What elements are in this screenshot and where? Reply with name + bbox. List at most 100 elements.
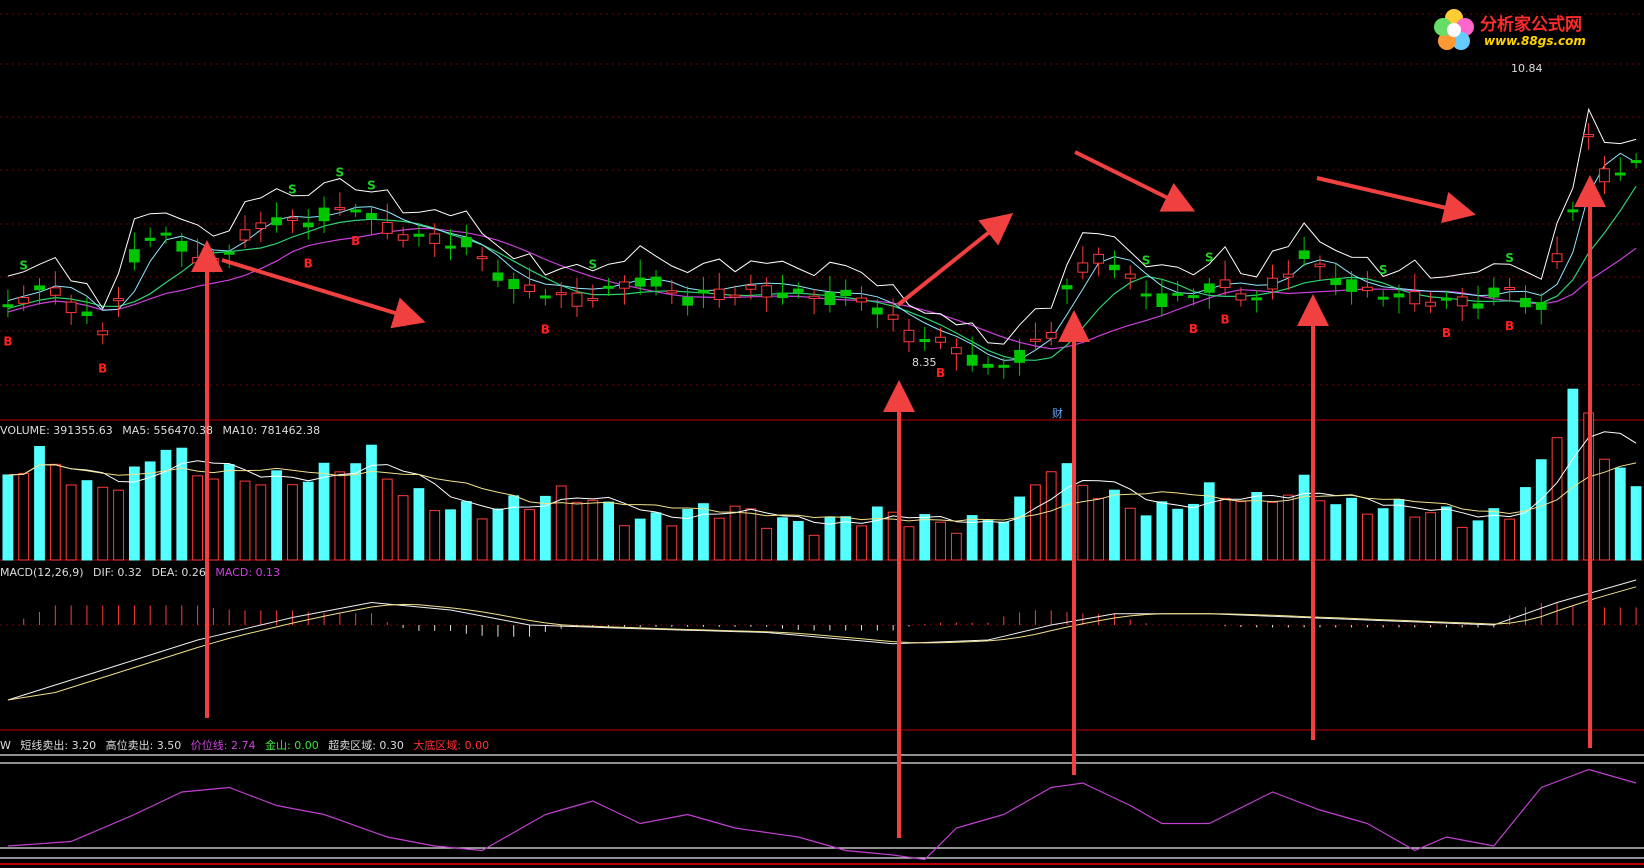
volume-bar: [919, 514, 931, 561]
candle-body: [1409, 291, 1421, 305]
volume-ma10: MA10: 781462.38: [222, 424, 321, 437]
volume-bar: [350, 463, 362, 561]
volume-bar: [65, 484, 77, 561]
volume-bar: [34, 445, 45, 561]
candle-body: [1441, 297, 1452, 301]
candle-body: [1203, 283, 1215, 293]
volume-bar: [713, 517, 725, 561]
candle-body: [223, 251, 235, 255]
volume-bar: [698, 503, 709, 561]
candle-body: [128, 249, 140, 263]
candle-body: [192, 257, 203, 264]
candle-body: [555, 292, 567, 296]
osc-bottom: 大底区域: 0.00: [413, 739, 490, 752]
volume-bar: [935, 521, 946, 561]
volume-bar: [1377, 508, 1389, 561]
volume-bar: [587, 499, 599, 561]
candle-body: [1330, 278, 1342, 286]
candle-body: [1314, 263, 1326, 268]
candle-body: [1456, 296, 1468, 307]
candle-body: [1567, 209, 1579, 213]
macd-dif: DIF: 0.32: [93, 566, 142, 579]
candle-body: [1172, 292, 1184, 296]
ma-cyan-line: [7, 152, 1637, 361]
candle-body: [1077, 262, 1089, 273]
candle-body: [1045, 331, 1057, 339]
volume-header: VOLUME: 391355.63 MA5: 556470.38 MA10: 7…: [0, 424, 326, 437]
red-annotation-arrow: [221, 258, 426, 329]
candle-body: [65, 301, 77, 314]
volume-bar: [745, 508, 757, 561]
buy-signal-label: B: [1442, 326, 1451, 340]
volume-bar: [429, 510, 441, 561]
high-price-label: 10.84: [1511, 62, 1543, 75]
volume-panel: [2, 388, 1642, 561]
candle-body: [1298, 250, 1310, 259]
volume-bar: [192, 475, 203, 561]
volume-bar: [1409, 516, 1421, 561]
candle-body: [1425, 301, 1436, 307]
volume-bar: [508, 495, 520, 561]
volume-bar: [1156, 501, 1168, 561]
candle-body: [777, 292, 788, 298]
osc-gold: 金山: 0.00: [265, 739, 319, 752]
finance-badge[interactable]: 财: [1052, 405, 1063, 421]
candle-body: [1614, 172, 1626, 176]
candle-body: [698, 289, 709, 294]
candle-body: [1630, 160, 1642, 164]
volume-bar: [1614, 467, 1626, 561]
volume-bar: [634, 518, 646, 561]
volume-bar: [1488, 508, 1500, 561]
macd-value: MACD: 0.13: [215, 566, 281, 579]
volume-bar: [1282, 494, 1294, 561]
volume-bar: [445, 509, 456, 561]
candle-body: [539, 295, 551, 299]
candle-body: [587, 298, 599, 302]
candle-body: [334, 207, 346, 211]
volume-bar: [1298, 474, 1310, 561]
volume-bar: [1425, 512, 1436, 561]
volume-bar: [460, 501, 472, 561]
logo-url: www.88gs.com: [1484, 34, 1586, 48]
candle-body: [998, 364, 1010, 368]
volume-bar: [1203, 482, 1215, 561]
macd-dea-line: [7, 586, 1637, 701]
candle-body: [871, 307, 883, 315]
candle-body: [935, 336, 946, 343]
volume-bar: [223, 464, 235, 561]
volume-bar: [2, 474, 14, 561]
candle-body: [1520, 297, 1531, 308]
volume-bar: [950, 532, 962, 561]
candle-body: [492, 272, 504, 281]
volume-bar: [1172, 508, 1184, 561]
volume-bar: [160, 449, 172, 561]
volume-bar: [1599, 458, 1610, 561]
candle-body: [302, 222, 314, 228]
buy-signal-label: B: [1189, 322, 1198, 336]
candle-body: [682, 296, 694, 306]
buy-signal-label: B: [98, 361, 107, 375]
volume-ma10-line: [7, 462, 1637, 522]
candle-body: [113, 298, 124, 302]
volume-bar: [1267, 501, 1278, 561]
macd-panel: [7, 579, 1637, 701]
volume-value: VOLUME: 391355.63: [0, 424, 113, 437]
volume-bar: [903, 526, 915, 561]
sell-signal-label: S: [1205, 251, 1214, 265]
candle-body: [1377, 296, 1389, 300]
candle-body: [966, 354, 978, 366]
candle-body: [397, 234, 409, 241]
volume-bar: [1109, 489, 1120, 561]
macd-header: MACD(12,26,9) DIF: 0.32 DEA: 0.26 MACD: …: [0, 566, 286, 579]
candle-body: [1124, 273, 1136, 279]
logo: 分析家公式网 www.88gs.com: [1432, 6, 1632, 56]
candle-body: [1282, 273, 1294, 278]
sell-signal-label: S: [367, 179, 376, 193]
buy-signal-label: B: [3, 334, 12, 348]
volume-ma5: MA5: 556470.38: [122, 424, 213, 437]
candle-body: [887, 314, 899, 320]
buy-signal-label: B: [1505, 319, 1514, 333]
oscillator-header: W 短线卖出: 3.20 高位卖出: 3.50 价位线: 2.74 金山: 0.…: [0, 737, 495, 753]
candle-body: [619, 281, 630, 289]
candle-body: [381, 222, 393, 234]
